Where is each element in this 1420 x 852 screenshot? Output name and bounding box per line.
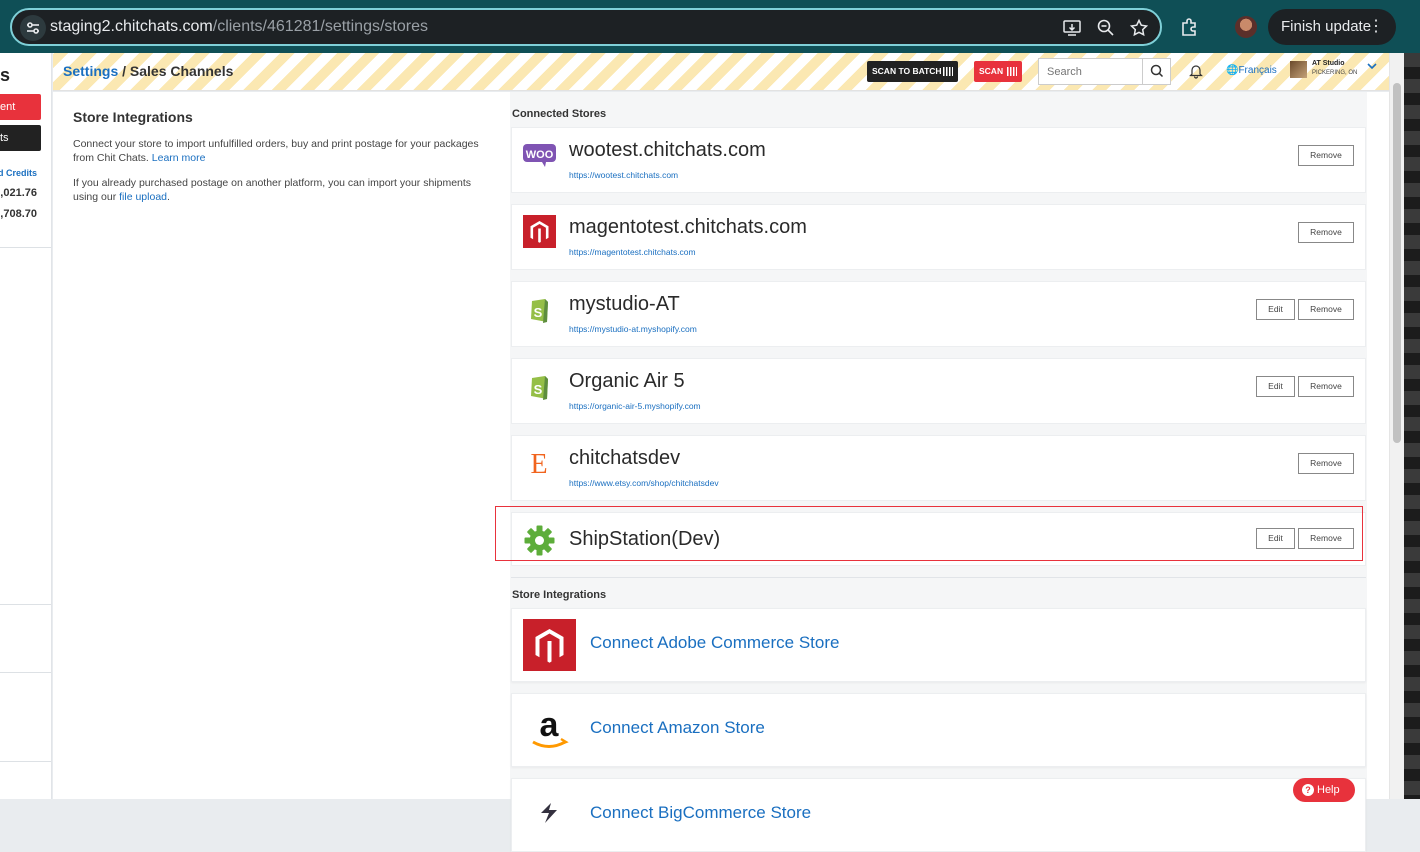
sidebar: s ent ts d Credits 7,021.76 3,708.70 — [0, 53, 52, 799]
page-scrollbar[interactable] — [1389, 53, 1404, 799]
store-card: S Organic Air 5 https://organic-air-5.my… — [511, 358, 1366, 424]
intro-title: Store Integrations — [73, 109, 193, 125]
stores-panel: Connected Stores WOO wootest.chitchats.c… — [510, 92, 1367, 852]
balance-amount-2: 3,708.70 — [0, 208, 37, 220]
integration-card[interactable]: Connect Adobe Commerce Store — [511, 608, 1366, 682]
intro-panel: Store Integrations Connect your store to… — [73, 109, 488, 204]
woo-icon: WOO — [523, 144, 556, 167]
globe-icon: 🌐 — [1226, 65, 1239, 76]
browser-toolbar: staging2.chitchats.com/clients/461281/se… — [0, 0, 1420, 53]
svg-text:E: E — [530, 449, 547, 479]
shopify-icon: S — [531, 299, 548, 323]
search-button[interactable] — [1142, 59, 1170, 84]
store-card: magentotest.chitchats.com https://magent… — [511, 204, 1366, 270]
etsy-icon: E — [530, 449, 547, 479]
remove-button[interactable]: Remove — [1298, 376, 1354, 397]
page-title: Sales Channels — [129, 63, 234, 79]
install-app-icon[interactable] — [1062, 18, 1082, 38]
integration-card[interactable]: a Connect Amazon Store — [511, 693, 1366, 767]
site-settings-icon[interactable] — [20, 15, 46, 41]
zoom-icon[interactable] — [1096, 18, 1116, 38]
learn-more-link[interactable]: Learn more — [152, 152, 206, 164]
file-upload-link[interactable]: file upload — [119, 191, 167, 203]
chevron-down-icon[interactable] — [1366, 61, 1378, 71]
url-text: staging2.chitchats.com/clients/461281/se… — [50, 18, 428, 35]
divider — [511, 577, 1366, 578]
studio-name: AT Studio — [1312, 60, 1345, 67]
store-url-link[interactable]: https://www.etsy.com/shop/chitchatsdev — [569, 478, 719, 488]
bigcommerce-icon — [541, 803, 557, 823]
studio-avatar[interactable] — [1290, 61, 1307, 78]
scan-button[interactable]: SCAN — [974, 61, 1022, 82]
balance-amount-1: 7,021.76 — [0, 187, 37, 199]
bookmark-star-icon[interactable] — [1129, 18, 1149, 38]
store-name: chitchatsdev — [569, 447, 681, 469]
remove-button[interactable]: Remove — [1298, 453, 1354, 474]
svg-text:a: a — [540, 706, 560, 744]
store-url-link[interactable]: https://wootest.chitchats.com — [569, 170, 678, 180]
barcode-icon — [1007, 67, 1017, 76]
app-header: Settings / Sales Channels SCAN TO BATCH … — [53, 53, 1389, 91]
store-name: magentotest.chitchats.com — [569, 216, 807, 238]
amazon-icon: a — [532, 706, 569, 748]
question-icon: ? — [1302, 784, 1314, 796]
scrollbar-thumb[interactable] — [1393, 83, 1401, 443]
shopify-icon: S — [531, 376, 548, 400]
store-card: E chitchatsdev https://www.etsy.com/shop… — [511, 435, 1366, 501]
divider — [0, 247, 51, 248]
search-input[interactable] — [1039, 59, 1139, 84]
search-box — [1038, 58, 1171, 85]
bell-icon[interactable] — [1189, 63, 1203, 79]
magento-icon — [523, 215, 556, 248]
studio-location: PICKERING, ON — [1312, 70, 1358, 76]
svg-text:WOO: WOO — [526, 149, 554, 161]
store-url-link[interactable]: https://organic-air-5.myshopify.com — [569, 401, 701, 411]
connect-bigcommerce-link[interactable]: Connect BigCommerce Store — [590, 803, 811, 823]
menu-dots-icon: ⋮ — [1368, 18, 1384, 35]
finish-update-button[interactable]: Finish update ⋮ — [1268, 9, 1396, 45]
remove-button[interactable]: Remove — [1298, 222, 1354, 243]
breadcrumb-settings-link[interactable]: Settings — [63, 63, 118, 79]
divider — [0, 672, 51, 673]
store-name: Organic Air 5 — [569, 370, 685, 392]
store-integrations-title: Store Integrations — [512, 589, 607, 601]
selection-highlight — [495, 506, 1363, 561]
background-window-edge — [1404, 53, 1420, 799]
credits-label[interactable]: d Credits — [0, 168, 37, 178]
connect-amazon-link[interactable]: Connect Amazon Store — [590, 718, 765, 738]
store-url-link[interactable]: https://mystudio-at.myshopify.com — [569, 324, 697, 334]
store-url-link[interactable]: https://magentotest.chitchats.com — [569, 247, 696, 257]
help-button[interactable]: ? Help — [1293, 778, 1355, 802]
connect-adobe-commerce-link[interactable]: Connect Adobe Commerce Store — [590, 633, 839, 653]
edit-button[interactable]: Edit — [1256, 299, 1295, 320]
barcode-icon — [943, 67, 953, 76]
remove-button[interactable]: Remove — [1298, 299, 1354, 320]
store-card: S mystudio-AT https://mystudio-at.myshop… — [511, 281, 1366, 347]
svg-text:S: S — [534, 382, 543, 397]
profile-avatar[interactable] — [1235, 16, 1257, 38]
integration-card[interactable]: Connect BigCommerce Store — [511, 778, 1366, 852]
store-name: wootest.chitchats.com — [569, 139, 766, 161]
divider — [0, 761, 51, 762]
remove-button[interactable]: Remove — [1298, 145, 1354, 166]
store-name: mystudio-AT — [569, 293, 680, 315]
svg-text:S: S — [534, 305, 543, 320]
sidebar-red-button[interactable]: ent — [0, 94, 41, 120]
scan-to-batch-button[interactable]: SCAN TO BATCH — [867, 61, 958, 82]
address-bar[interactable]: staging2.chitchats.com/clients/461281/se… — [10, 8, 1162, 46]
main-content: Store Integrations Connect your store to… — [53, 92, 1389, 852]
import-paragraph: If you already purchased postage on anot… — [73, 177, 472, 203]
extensions-icon[interactable] — [1179, 16, 1201, 38]
edit-button[interactable]: Edit — [1256, 376, 1295, 397]
store-card: WOO wootest.chitchats.com https://wootes… — [511, 127, 1366, 193]
intro-paragraph: Connect your store to import unfulfilled… — [73, 138, 479, 164]
language-switch[interactable]: 🌐Français — [1226, 65, 1277, 76]
divider — [0, 604, 51, 605]
sidebar-title: s — [0, 65, 11, 85]
breadcrumb: Settings / Sales Channels — [63, 63, 234, 79]
search-icon — [1150, 64, 1164, 78]
sidebar-dark-button[interactable]: ts — [0, 125, 41, 151]
magento-icon — [523, 619, 576, 671]
connected-stores-title: Connected Stores — [512, 108, 607, 120]
